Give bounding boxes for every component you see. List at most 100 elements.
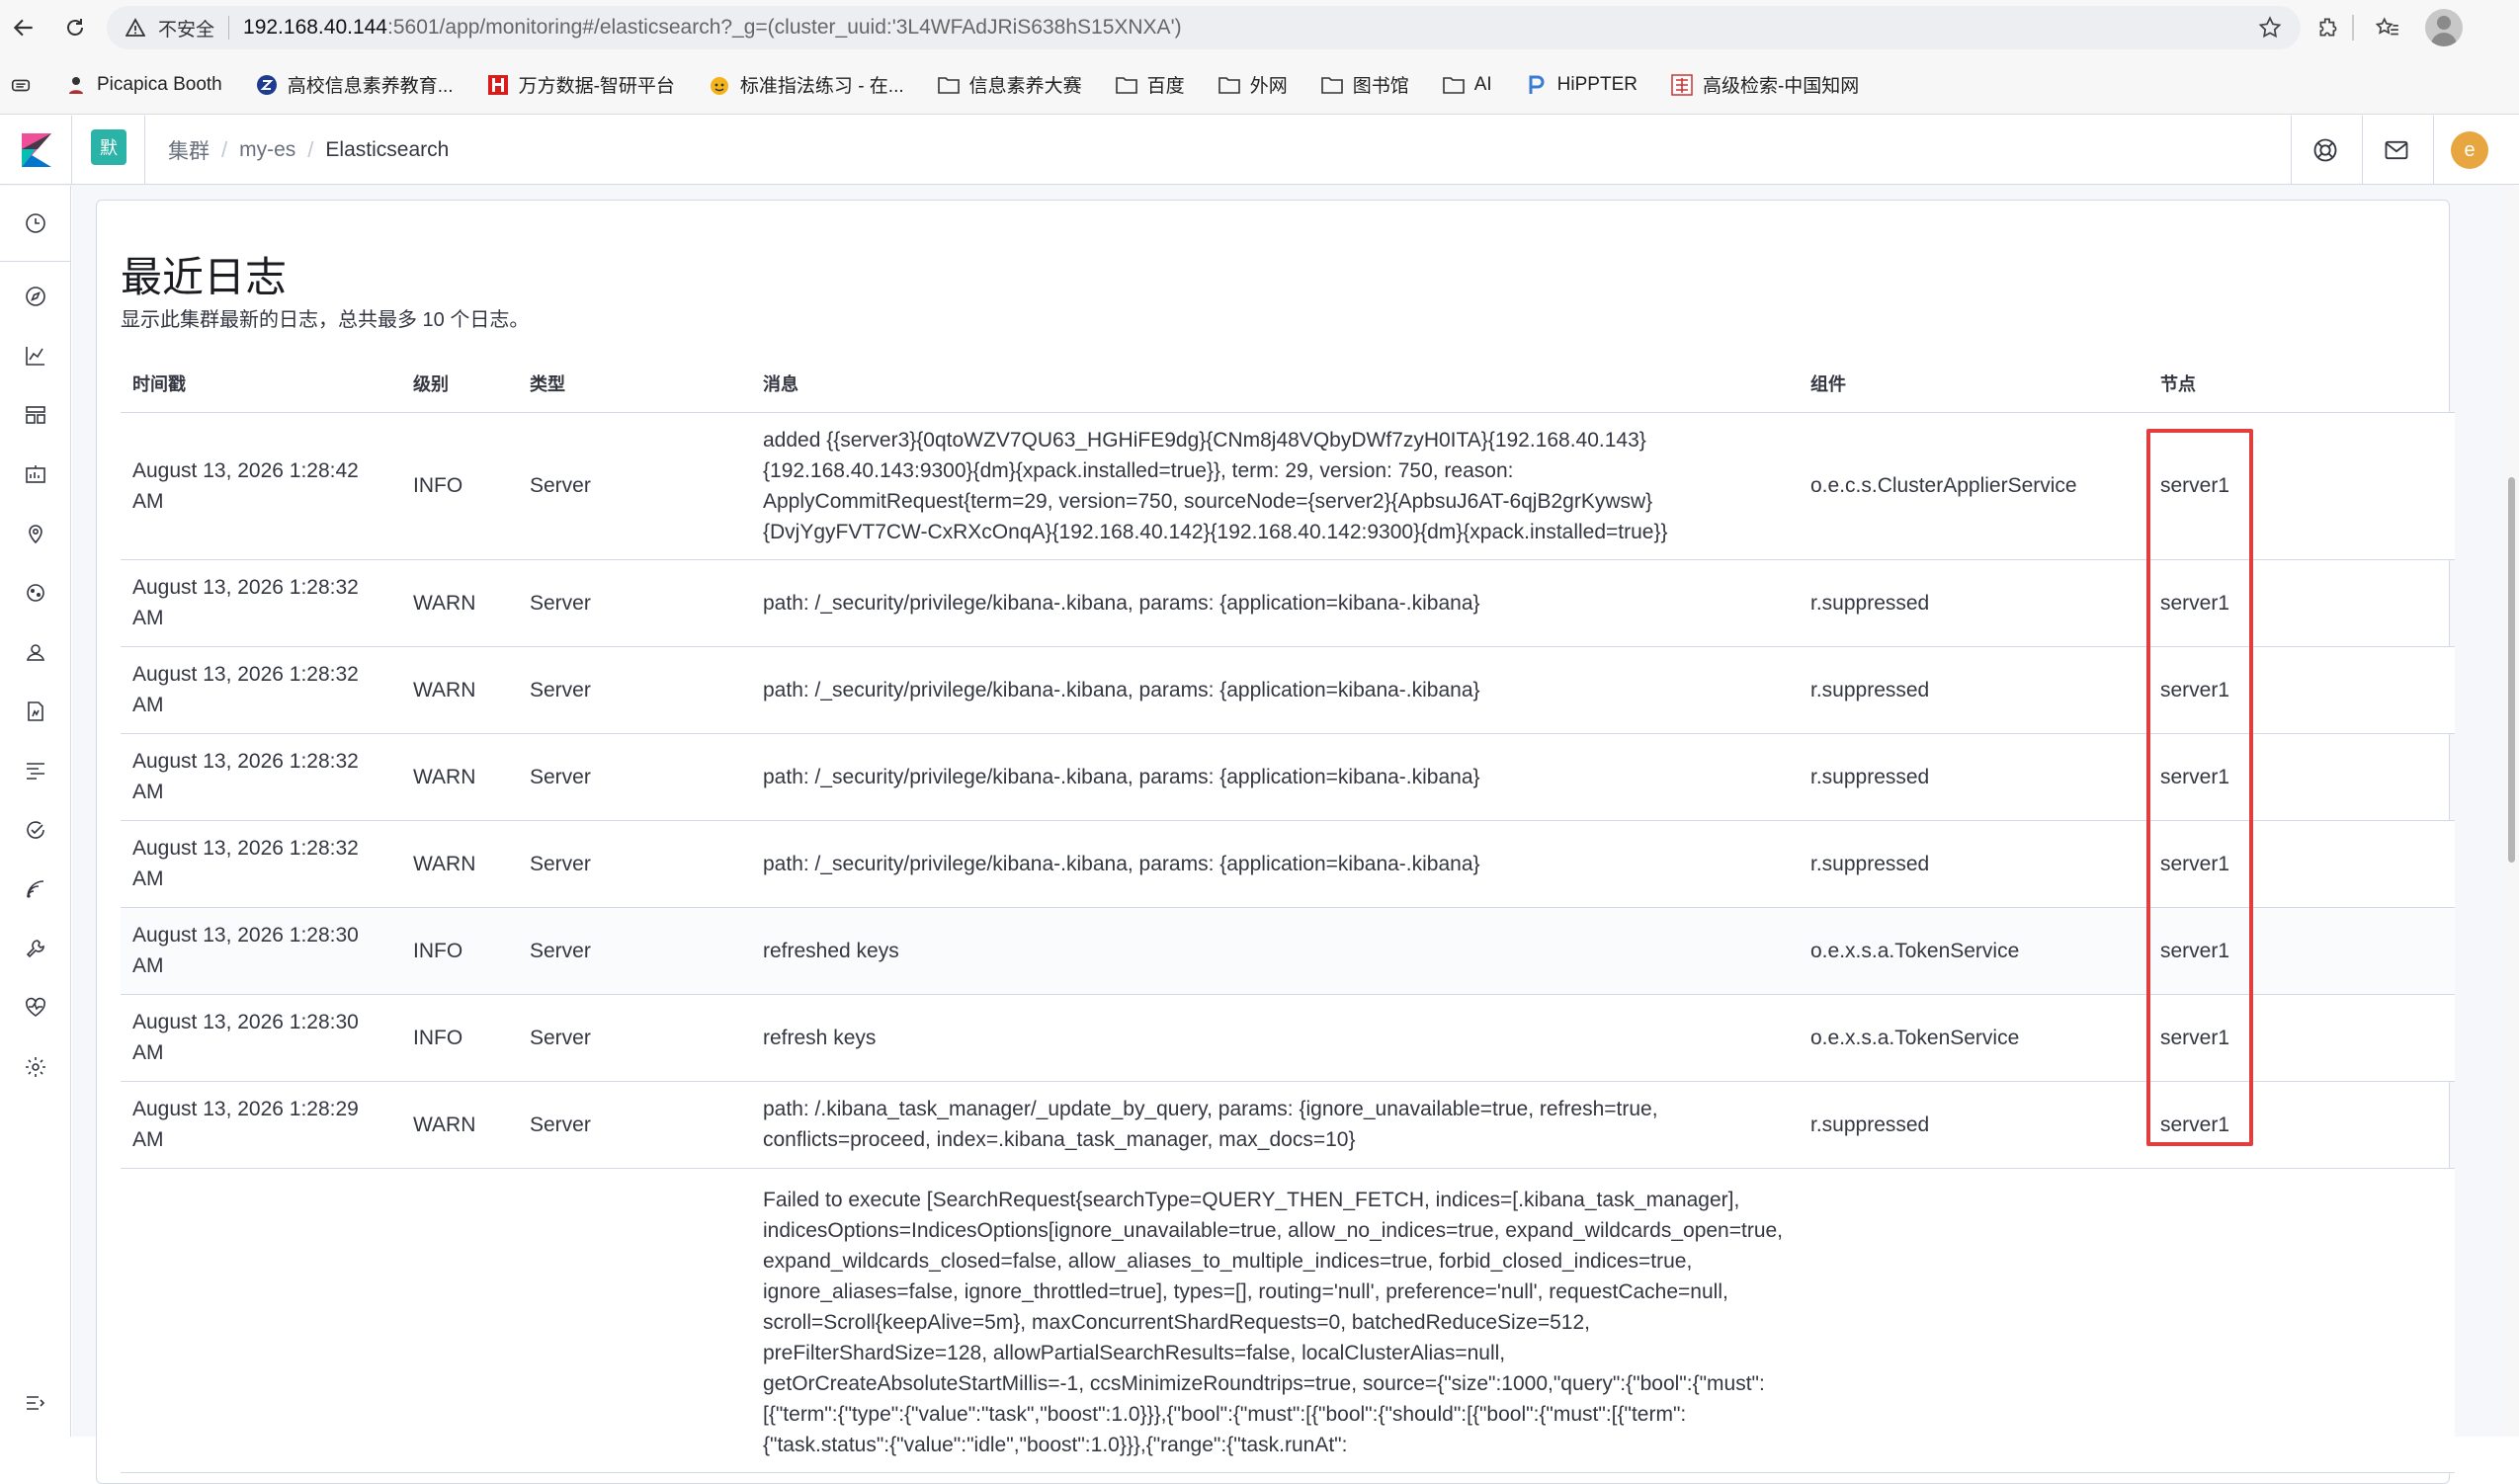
- scrollbar-thumb[interactable]: [2508, 477, 2515, 863]
- maps-icon[interactable]: [20, 518, 51, 549]
- reload-icon: [67, 19, 83, 36]
- siem-icon[interactable]: [20, 873, 51, 905]
- dashboard-icon[interactable]: [20, 399, 51, 431]
- user-avatar[interactable]: e: [2451, 131, 2488, 169]
- cell-timestamp: August 13, 2026 1:28:32 AM: [121, 646, 401, 734]
- column-header-message[interactable]: 消息: [751, 355, 1799, 413]
- cell-level: INFO: [401, 412, 518, 560]
- folder-icon: [1115, 74, 1137, 96]
- cnki-icon: [1671, 73, 1693, 96]
- cell-timestamp: August 13, 2026 1:28:30 AM: [121, 907, 401, 995]
- cell-timestamp: August 13, 2026 1:28:32 AM: [121, 559, 401, 647]
- bookmark-typing[interactable]: 标准指法练习 - 在...: [709, 71, 904, 98]
- person-icon: [65, 74, 87, 96]
- bookmark-folder-contest[interactable]: 信息素养大赛: [937, 71, 1082, 98]
- table-row: August 13, 2026 1:28:32 AM WARN Server p…: [121, 646, 2455, 734]
- breadcrumb-clusters[interactable]: 集群: [168, 135, 210, 165]
- cell-component: r.suppressed: [1799, 733, 2148, 821]
- table-row: August 13, 2026 1:28:42 AM INFO Server a…: [121, 412, 2455, 560]
- folder-icon: [1218, 74, 1240, 96]
- cell-level: [401, 1168, 518, 1473]
- column-header-component[interactable]: 组件: [1799, 355, 2148, 413]
- bookmark-folder-ai[interactable]: AI: [1442, 74, 1492, 96]
- dev-tools-icon[interactable]: [20, 933, 51, 964]
- cell-component: [1799, 1168, 2148, 1473]
- cell-type: Server: [518, 907, 751, 995]
- profile-avatar[interactable]: [2425, 9, 2463, 46]
- reading-list-icon[interactable]: [10, 74, 32, 96]
- machine-learning-icon[interactable]: [20, 577, 51, 609]
- cell-type: Server: [518, 994, 751, 1082]
- column-header-level[interactable]: 级别: [401, 355, 518, 413]
- bookmark-folder-baidu[interactable]: 百度: [1115, 71, 1185, 98]
- cell-message: Failed to execute [SearchRequest{searchT…: [751, 1168, 1799, 1473]
- table-row: August 13, 2026 1:28:29 AM WARN Server p…: [121, 1081, 2455, 1169]
- recently-viewed-icon[interactable]: [20, 207, 51, 239]
- uptime-icon[interactable]: [20, 814, 51, 846]
- mail-icon: [2385, 140, 2408, 160]
- cell-level: WARN: [401, 646, 518, 734]
- cell-node: server1: [2148, 412, 2455, 560]
- cell-timestamp: August 13, 2026 1:28:30 AM: [121, 994, 401, 1082]
- apm-icon[interactable]: [20, 755, 51, 786]
- cell-timestamp: August 13, 2026 1:28:32 AM: [121, 733, 401, 821]
- bookmark-picapica[interactable]: Picapica Booth: [65, 74, 222, 96]
- bookmark-info-literacy[interactable]: 高校信息素养教育...: [256, 71, 454, 98]
- column-header-type[interactable]: 类型: [518, 355, 751, 413]
- cell-message: path: /_security/privilege/kibana-.kiban…: [751, 733, 1799, 821]
- bookmark-folder-external[interactable]: 外网: [1218, 71, 1288, 98]
- cell-node: server1: [2148, 820, 2455, 908]
- table-row: August 13, 2026 1:28:32 AM WARN Server p…: [121, 559, 2455, 647]
- cell-message: path: /_security/privilege/kibana-.kiban…: [751, 646, 1799, 734]
- cell-timestamp: August 13, 2026 1:28:32 AM: [121, 820, 401, 908]
- table-row: August 13, 2026 1:28:32 AM WARN Server p…: [121, 820, 2455, 908]
- space-selector-button[interactable]: 默: [91, 129, 126, 165]
- bookmark-hippter[interactable]: HiPPTER: [1526, 74, 1637, 96]
- cell-message: path: /.kibana_task_manager/_update_by_q…: [751, 1081, 1799, 1169]
- infrastructure-icon[interactable]: [20, 636, 51, 668]
- cell-level: WARN: [401, 559, 518, 647]
- bookmark-cnki[interactable]: 高级检索-中国知网: [1671, 71, 1859, 98]
- cell-node: server1: [2148, 646, 2455, 734]
- column-header-node[interactable]: 节点: [2148, 355, 2455, 413]
- table-row: August 13, 2026 1:28:30 AM INFO Server r…: [121, 994, 2455, 1082]
- cell-node: server1: [2148, 733, 2455, 821]
- cell-message: path: /_security/privilege/kibana-.kiban…: [751, 559, 1799, 647]
- extensions-icon[interactable]: [2310, 10, 2346, 45]
- bookmark-star-icon[interactable]: [2257, 15, 2283, 46]
- bookmark-wanfang[interactable]: 万方数据-智研平台: [487, 71, 675, 98]
- cell-node: server1: [2148, 994, 2455, 1082]
- page-scrollbar[interactable]: [2504, 186, 2519, 1437]
- warning-icon: [125, 17, 146, 39]
- table-header-row: 时间戳 级别 类型 消息 组件 节点: [121, 355, 2455, 413]
- back-button[interactable]: [4, 8, 43, 47]
- cell-type: Server: [518, 1081, 751, 1169]
- cell-node: [2148, 1168, 2455, 1473]
- kibana-logo-icon[interactable]: [18, 131, 55, 169]
- cell-level: WARN: [401, 1081, 518, 1169]
- management-icon[interactable]: [20, 1051, 51, 1083]
- breadcrumb-cluster[interactable]: my-es: [239, 138, 295, 162]
- collapse-nav-icon[interactable]: [20, 1387, 51, 1419]
- address-bar[interactable]: 不安全 192.168.40.144:5601/app/monitoring#/…: [107, 6, 2301, 49]
- favorites-icon[interactable]: [2370, 10, 2405, 45]
- folder-icon: [937, 74, 960, 96]
- logs-icon[interactable]: [20, 696, 51, 727]
- visualize-icon[interactable]: [20, 340, 51, 371]
- column-header-timestamp[interactable]: 时间戳: [121, 355, 401, 413]
- cell-type: Server: [518, 412, 751, 560]
- cell-level: WARN: [401, 733, 518, 821]
- cell-component: o.e.x.s.a.TokenService: [1799, 907, 2148, 995]
- newsfeed-button[interactable]: [2378, 131, 2415, 169]
- discover-icon[interactable]: [20, 281, 51, 312]
- stack-monitoring-icon[interactable]: [20, 992, 51, 1024]
- help-menu-button[interactable]: [2307, 131, 2344, 169]
- reload-button[interactable]: [55, 8, 95, 47]
- breadcrumb-current: Elasticsearch: [325, 138, 450, 161]
- canvas-icon[interactable]: [20, 458, 51, 490]
- cell-timestamp: August 13, 2026 1:28:42 AM: [121, 412, 401, 560]
- cell-component: r.suppressed: [1799, 559, 2148, 647]
- browser-toolbar: 不安全 192.168.40.144:5601/app/monitoring#/…: [0, 0, 2519, 55]
- cell-node: server1: [2148, 1081, 2455, 1169]
- bookmark-folder-library[interactable]: 图书馆: [1320, 71, 1409, 98]
